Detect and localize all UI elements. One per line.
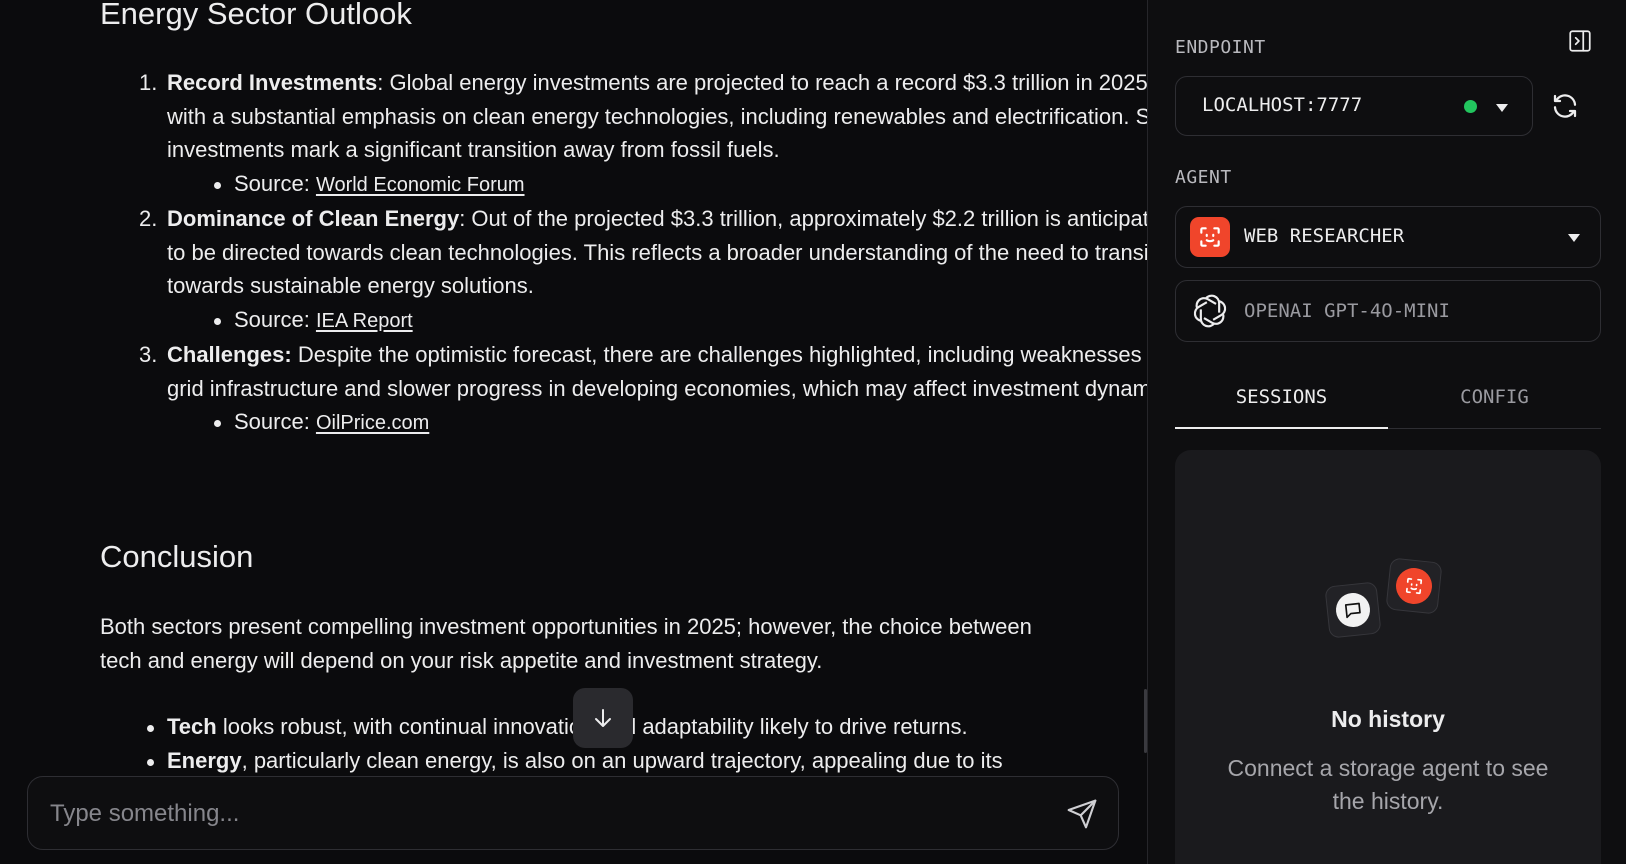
bullet-bold: Energy <box>167 747 242 773</box>
chat-input[interactable] <box>48 795 1052 833</box>
energy-list: 1. Record Investments: Global energy inve… <box>100 66 1147 441</box>
chat-panel: Energy Sector Outlook 1. Record Investmen… <box>0 0 1147 864</box>
status-dot <box>1464 100 1477 113</box>
agent-scan-icon <box>1394 566 1434 606</box>
conclusion-heading: Conclusion <box>100 539 254 574</box>
agent-tile <box>1385 557 1443 615</box>
agent-select[interactable]: WEB RESEARCHER <box>1175 206 1601 268</box>
source-item: Source: World Economic Forum <box>214 167 1147 203</box>
endpoint-label: ENDPOINT <box>1175 37 1266 58</box>
endpoint-select[interactable]: LOCALHOST:7777 <box>1175 76 1533 136</box>
bullet-item: Energy, particularly clean energy, is al… <box>147 744 1147 778</box>
agent-value: WEB RESEARCHER <box>1244 225 1405 247</box>
endpoint-value: LOCALHOST:7777 <box>1202 94 1363 116</box>
source-list: Source: World Economic Forum <box>167 167 1147 203</box>
item-title: Dominance of Clean Energy <box>167 206 460 231</box>
refresh-icon[interactable] <box>1550 91 1580 121</box>
model-value: OPENAI GPT-4O-MINI <box>1244 300 1450 322</box>
source-link[interactable]: World Economic Forum <box>316 174 525 196</box>
openai-logo-icon <box>1193 294 1227 328</box>
tab-sessions[interactable]: SESSIONS <box>1175 386 1388 408</box>
agent-label: AGENT <box>1175 167 1232 188</box>
source-label: Source: <box>234 306 316 332</box>
active-tab-indicator <box>1175 427 1388 429</box>
source-label: Source: <box>234 170 316 196</box>
bullet-item: Tech looks robust, with continual innova… <box>147 710 1147 744</box>
chevron-down-icon <box>1496 104 1508 112</box>
history-empty-state: No history Connect a storage agent to se… <box>1175 450 1601 864</box>
source-item: Source: IEA Report <box>214 303 1147 339</box>
source-link[interactable]: OilPrice.com <box>316 412 429 434</box>
source-label: Source: <box>234 409 316 434</box>
list-number: 3. <box>139 342 158 367</box>
sidebar-tabs: SESSIONS CONFIG <box>1175 376 1601 429</box>
bullet-bold: Tech <box>167 714 217 739</box>
list-item: 1. Record Investments: Global energy inve… <box>139 66 1147 203</box>
source-list: Source: OilPrice.com <box>167 405 1147 441</box>
no-history-title: No history <box>1331 706 1445 732</box>
app: Energy Sector Outlook 1. Record Investmen… <box>0 0 1626 864</box>
conclusion-text: Both sectors present compelling investme… <box>100 614 1032 673</box>
bullet-text: , particularly clean energy, is also on … <box>241 747 1003 773</box>
tab-config[interactable]: CONFIG <box>1388 386 1601 408</box>
agent-scan-icon <box>1190 217 1230 257</box>
source-link[interactable]: IEA Report <box>316 310 413 332</box>
source-item: Source: OilPrice.com <box>214 405 1147 441</box>
send-icon[interactable] <box>1066 798 1098 830</box>
list-number: 2. <box>139 206 158 231</box>
list-item: 3. Challenges: Despite the optimistic for… <box>139 338 1147 441</box>
chevron-down-icon <box>1568 234 1580 242</box>
list-number: 1. <box>139 70 158 95</box>
arrow-down-icon <box>595 709 611 727</box>
no-history-description: Connect a storage agent to see the histo… <box>1227 755 1549 814</box>
energy-heading: Energy Sector Outlook <box>100 0 412 31</box>
chat-bubble-tile <box>1324 581 1382 639</box>
collapse-sidebar-icon[interactable] <box>1567 28 1593 54</box>
item-title: Challenges: <box>167 342 292 367</box>
sidebar: ENDPOINT LOCALHOST:7777 AGENT WEB RESEAR… <box>1147 0 1626 864</box>
list-item: 2. Dominance of Clean Energy: Out of the … <box>139 202 1147 339</box>
item-title: Record Investments <box>167 70 378 95</box>
item-text: Despite the optimistic forecast, there a… <box>167 342 1147 401</box>
chat-input-bar <box>27 776 1119 850</box>
model-display: OPENAI GPT-4O-MINI <box>1175 280 1601 342</box>
chat-bubble-icon <box>1334 591 1372 629</box>
scroll-to-bottom-button[interactable] <box>573 688 633 748</box>
source-list: Source: IEA Report <box>167 303 1147 339</box>
